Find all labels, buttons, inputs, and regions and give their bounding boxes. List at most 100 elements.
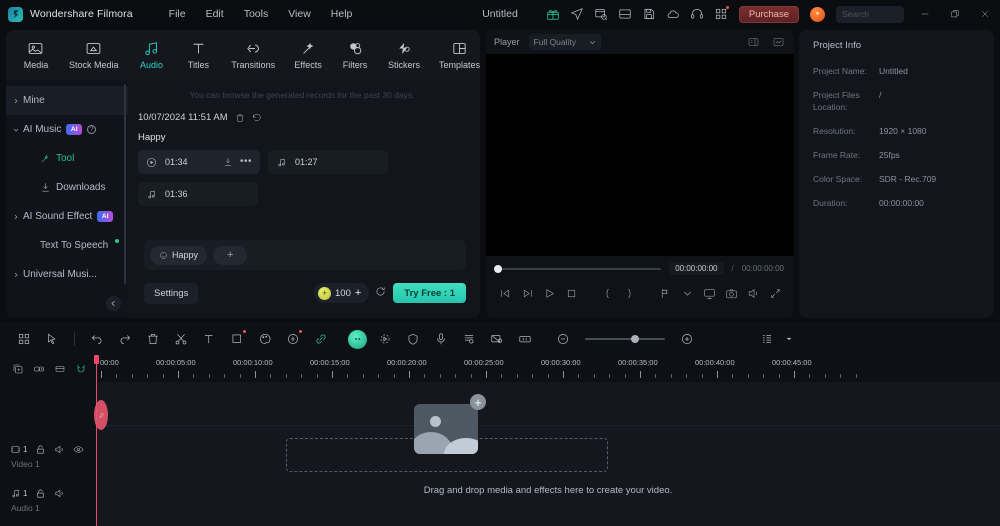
save-as-icon[interactable] bbox=[613, 0, 637, 28]
fullscreen-icon[interactable] bbox=[764, 282, 786, 304]
send-icon[interactable] bbox=[565, 0, 589, 28]
playhead-flag[interactable] bbox=[94, 355, 99, 364]
link-track-icon[interactable] bbox=[30, 360, 48, 378]
motion-tracking-icon[interactable] bbox=[371, 325, 399, 353]
tab-filters[interactable]: Filters bbox=[341, 40, 369, 70]
apps-grid-icon[interactable] bbox=[10, 325, 38, 353]
sidebar-item-ai-sound-effect[interactable]: AI Sound Effect AI bbox=[6, 202, 128, 231]
sidebar-item-ai-music[interactable]: AI Music AI ? bbox=[6, 115, 128, 144]
playhead-audio-marker[interactable] bbox=[94, 400, 108, 430]
eye-icon[interactable] bbox=[73, 444, 84, 455]
gift-icon[interactable] bbox=[541, 0, 565, 28]
link-icon[interactable] bbox=[307, 325, 335, 353]
track-header-video-1[interactable]: 1 Video 1 bbox=[0, 444, 96, 469]
apps-grid-icon[interactable] bbox=[709, 0, 733, 28]
media-placeholder-thumbnail[interactable] bbox=[414, 404, 478, 454]
zoom-slider-knob[interactable] bbox=[631, 335, 639, 343]
seek-knob[interactable] bbox=[494, 264, 502, 273]
sidebar-collapse-button[interactable] bbox=[106, 296, 121, 311]
ai-tools-icon[interactable] bbox=[279, 325, 307, 353]
headset-icon[interactable] bbox=[685, 0, 709, 28]
try-free-button[interactable]: Try Free : 1 bbox=[393, 283, 466, 303]
mark-out-icon[interactable] bbox=[618, 282, 640, 304]
menu-edit[interactable]: Edit bbox=[206, 8, 224, 20]
seek-bar[interactable] bbox=[494, 264, 662, 273]
text-icon[interactable] bbox=[195, 325, 223, 353]
download-icon[interactable] bbox=[223, 157, 233, 167]
trash-icon[interactable] bbox=[235, 113, 245, 123]
next-frame-icon[interactable] bbox=[516, 282, 538, 304]
music-card[interactable]: 01:34 ••• bbox=[138, 150, 260, 174]
tab-stickers[interactable]: Stickers bbox=[388, 40, 420, 70]
help-icon[interactable]: ? bbox=[87, 125, 97, 134]
music-card[interactable]: 01:36 bbox=[138, 182, 258, 206]
sidebar-item-mine[interactable]: Mine bbox=[6, 86, 128, 115]
track-layout-icon[interactable] bbox=[753, 325, 781, 353]
zoom-out-icon[interactable] bbox=[549, 325, 577, 353]
minimize-button[interactable] bbox=[910, 0, 940, 28]
menu-file[interactable]: File bbox=[169, 8, 186, 20]
chevron-down-icon[interactable] bbox=[676, 282, 698, 304]
cloud-icon[interactable] bbox=[661, 0, 685, 28]
fit-screen-icon[interactable] bbox=[770, 34, 786, 50]
export-record-icon[interactable] bbox=[589, 0, 613, 28]
record-voiceover-icon[interactable] bbox=[427, 325, 455, 353]
redo-icon[interactable] bbox=[111, 325, 139, 353]
tab-templates[interactable]: Templates bbox=[439, 40, 480, 70]
restore-icon[interactable] bbox=[252, 113, 262, 123]
add-media-button[interactable]: + bbox=[470, 394, 486, 410]
prev-frame-icon[interactable] bbox=[494, 282, 516, 304]
render-preview-icon[interactable] bbox=[698, 282, 720, 304]
timeline-ruler[interactable]: 00:00 00:00:05:00 00:00:10:00 00:00:15:0… bbox=[96, 356, 1000, 382]
restore-button[interactable] bbox=[940, 0, 970, 28]
ai-copilot-icon[interactable] bbox=[343, 325, 371, 353]
mute-icon[interactable] bbox=[54, 488, 65, 499]
sidebar-scrollbar[interactable] bbox=[124, 84, 126, 284]
magnet-snap-icon[interactable] bbox=[72, 360, 90, 378]
snapshot-grid-icon[interactable] bbox=[745, 34, 761, 50]
timeline-body[interactable]: + Drag and drop media and effects here t… bbox=[96, 382, 1000, 526]
credits-plus[interactable]: + bbox=[355, 287, 361, 299]
mask-icon[interactable] bbox=[399, 325, 427, 353]
snapshot-icon[interactable] bbox=[720, 282, 742, 304]
menu-tools[interactable]: Tools bbox=[244, 8, 269, 20]
lock-icon[interactable] bbox=[35, 444, 46, 455]
delete-icon[interactable] bbox=[139, 325, 167, 353]
play-icon[interactable] bbox=[538, 282, 560, 304]
music-card[interactable]: 01:27 bbox=[268, 150, 388, 174]
marker-icon[interactable] bbox=[51, 360, 69, 378]
color-palette-icon[interactable] bbox=[251, 325, 279, 353]
green-screen-icon[interactable] bbox=[483, 325, 511, 353]
quality-select[interactable]: Full Quality bbox=[528, 34, 601, 50]
search-input[interactable]: Search bbox=[836, 5, 904, 23]
playhead[interactable] bbox=[94, 355, 99, 526]
zoom-slider[interactable] bbox=[585, 335, 665, 343]
tab-audio[interactable]: Audio bbox=[137, 40, 165, 70]
auto-caption-icon[interactable] bbox=[455, 325, 483, 353]
refresh-icon[interactable] bbox=[375, 284, 386, 302]
keyframe-icon[interactable] bbox=[654, 282, 676, 304]
close-button[interactable] bbox=[970, 0, 1000, 28]
tab-effects[interactable]: Effects bbox=[294, 40, 322, 70]
crop-icon[interactable] bbox=[223, 325, 251, 353]
add-chip-button[interactable]: + bbox=[213, 245, 248, 265]
mute-icon[interactable] bbox=[54, 444, 65, 455]
sidebar-item-downloads[interactable]: Downloads bbox=[6, 173, 128, 202]
credits-badge[interactable]: + 100 + bbox=[314, 283, 370, 303]
add-track-icon[interactable] bbox=[9, 360, 27, 378]
chevron-down-icon[interactable] bbox=[781, 325, 797, 353]
tab-titles[interactable]: Titles bbox=[184, 40, 212, 70]
split-scissors-icon[interactable] bbox=[167, 325, 195, 353]
volume-icon[interactable] bbox=[742, 282, 764, 304]
avatar[interactable]: ● bbox=[810, 6, 825, 22]
track-header-audio-1[interactable]: 1 Audio 1 bbox=[0, 488, 96, 513]
tab-stock-media[interactable]: Stock Media bbox=[69, 40, 118, 70]
zoom-in-icon[interactable] bbox=[673, 325, 701, 353]
undo-icon[interactable] bbox=[83, 325, 111, 353]
mood-chip-happy[interactable]: Happy bbox=[150, 245, 208, 265]
sidebar-item-tool[interactable]: Tool bbox=[6, 144, 128, 173]
menu-help[interactable]: Help bbox=[331, 8, 353, 20]
sidebar-item-text-to-speech[interactable]: Text To Speech bbox=[6, 231, 128, 260]
player-stage[interactable] bbox=[486, 54, 794, 256]
speed-ramp-icon[interactable] bbox=[511, 325, 539, 353]
